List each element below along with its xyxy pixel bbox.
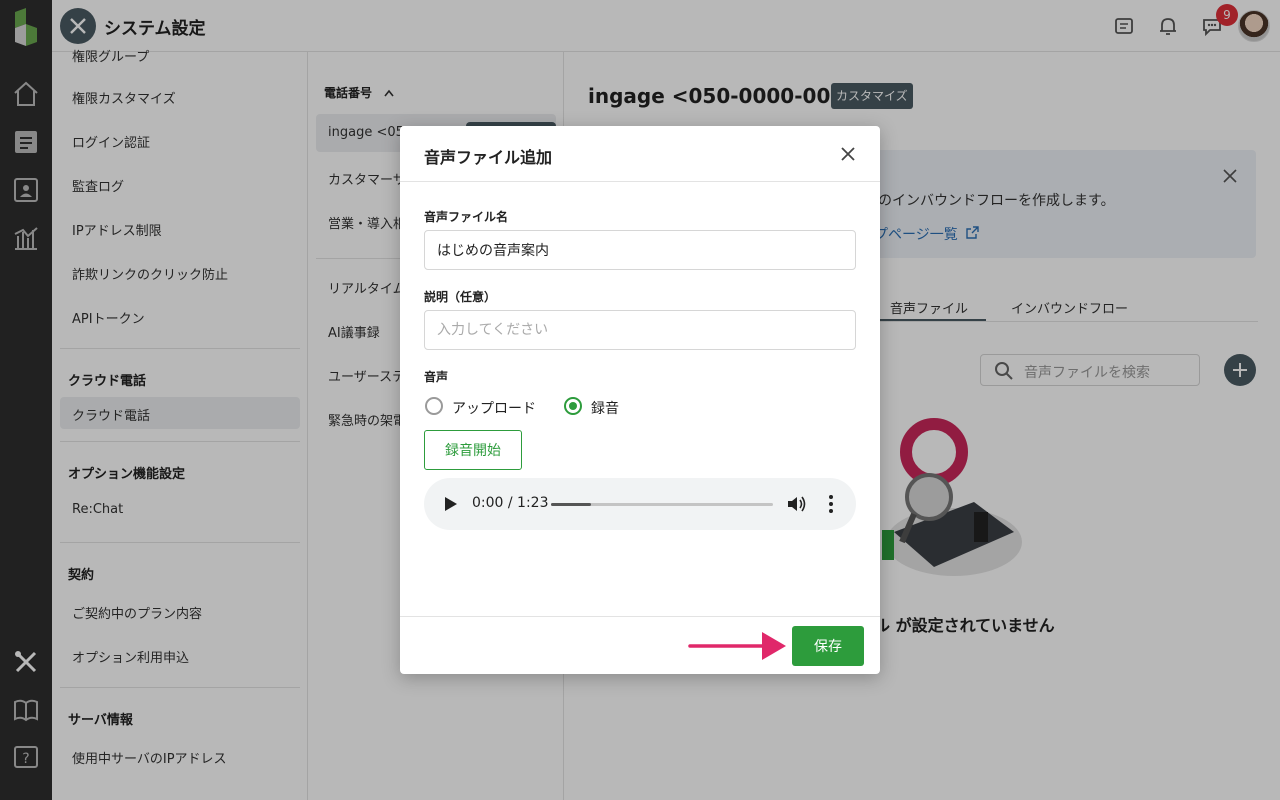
audio-name-label: 音声ファイル名 <box>424 210 509 224</box>
annotation-arrow-icon <box>688 632 786 660</box>
modal-header-divider <box>400 181 880 182</box>
start-recording-button[interactable]: 録音開始 <box>424 430 522 470</box>
player-progress-fill <box>551 503 591 506</box>
description-label: 説明（任意） <box>424 290 497 304</box>
play-icon[interactable] <box>444 496 458 512</box>
player-progress-track[interactable] <box>551 503 773 506</box>
audio-name-input[interactable] <box>424 230 856 270</box>
radio-upload[interactable] <box>425 397 443 415</box>
description-input[interactable] <box>424 310 856 350</box>
more-options-icon[interactable] <box>824 494 838 514</box>
modal-footer-divider <box>400 616 880 617</box>
player-time: 0:00 / 1:23 <box>472 495 549 511</box>
modal-title: 音声ファイル追加 <box>424 148 553 167</box>
close-icon[interactable] <box>836 142 860 166</box>
radio-upload-label[interactable]: アップロード <box>452 398 536 418</box>
radio-record[interactable] <box>564 397 582 415</box>
volume-icon[interactable] <box>786 494 806 514</box>
audio-player: 0:00 / 1:23 <box>424 478 856 530</box>
add-audio-file-modal: 音声ファイル追加 音声ファイル名 説明（任意） 音声 アップロード 録音 録音開… <box>400 126 880 674</box>
save-button[interactable]: 保存 <box>792 626 864 666</box>
voice-label: 音声 <box>424 370 449 384</box>
radio-record-label[interactable]: 録音 <box>591 398 619 418</box>
